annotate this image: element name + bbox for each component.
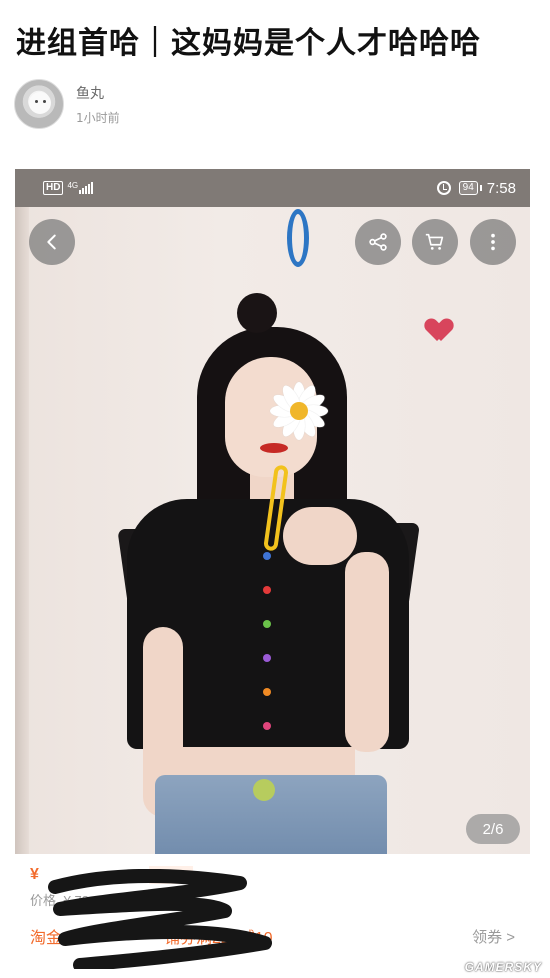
- back-icon: [47, 234, 56, 250]
- status-right: 94 7:58: [436, 179, 516, 197]
- clock: 7:58: [486, 179, 516, 197]
- colorful-shirt-buttons: [263, 552, 271, 732]
- post-time: 1小时前: [76, 110, 120, 125]
- battery-level: 94: [458, 181, 478, 195]
- avatar[interactable]: [14, 79, 64, 129]
- author-meta: 鱼丸 1小时前: [76, 83, 120, 126]
- model-hair-bun: [237, 293, 277, 333]
- wall-edge: [15, 207, 29, 854]
- site-watermark: GAMERSKY: [464, 960, 542, 974]
- status-bar: HD 4G 94 7:58: [15, 169, 530, 207]
- share-icon: [369, 233, 387, 251]
- more-button[interactable]: [470, 219, 516, 265]
- share-button[interactable]: [355, 219, 401, 265]
- cart-icon: [425, 233, 444, 250]
- author-block[interactable]: 鱼丸 1小时前: [14, 78, 120, 130]
- redaction-scribble: [48, 869, 272, 969]
- heart-decoration: [427, 319, 451, 343]
- image-page-indicator: 2/6: [466, 814, 520, 844]
- hd-badge: HD: [43, 181, 64, 195]
- model-hand: [283, 507, 357, 565]
- embedded-screenshot: HD 4G 94 7:58 2/6 ¥ 币抵2% 价格 ¥ 78 淘金 铺券满2…: [15, 169, 530, 969]
- network-type: 4G: [67, 180, 79, 190]
- back-button[interactable]: [29, 219, 75, 265]
- signal-icon: [79, 182, 94, 194]
- claim-coupon-button[interactable]: 领券 >: [472, 926, 515, 947]
- product-photo[interactable]: [15, 207, 530, 854]
- battery-icon: [479, 185, 482, 191]
- model-arm-right: [345, 552, 389, 752]
- cart-button[interactable]: [412, 219, 458, 265]
- more-icon: [491, 233, 495, 251]
- model-lips: [260, 443, 288, 453]
- alarm-icon: [436, 181, 451, 195]
- author-name[interactable]: 鱼丸: [76, 83, 120, 103]
- post-title: 进组首哈｜这妈妈是个人才哈哈哈: [16, 26, 481, 61]
- daisy-sticker: [270, 382, 328, 440]
- jeans-button: [253, 779, 275, 801]
- blue-ring-decoration: [287, 209, 309, 267]
